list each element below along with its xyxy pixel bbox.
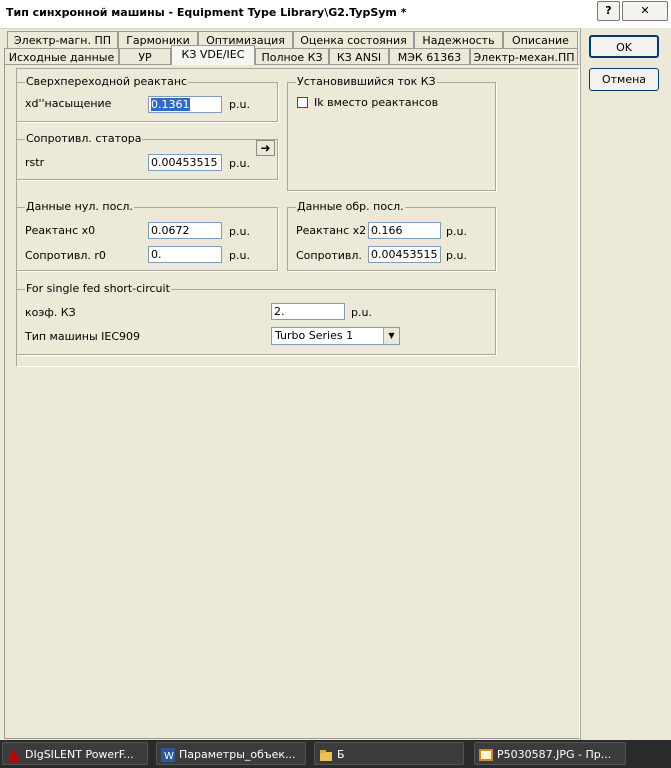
r0-input[interactable]: 0. — [148, 246, 222, 263]
chevron-down-icon[interactable]: ▼ — [383, 328, 399, 344]
rstr-label: rstr — [25, 156, 45, 169]
taskbar-item-folder[interactable]: Б — [314, 742, 464, 765]
tab-iec-61363[interactable]: МЭК 61363 — [389, 48, 470, 65]
machine-type-select[interactable]: Turbo Series 1 ▼ — [271, 327, 400, 345]
close-button[interactable]: ✕ — [622, 1, 668, 21]
taskbar-item-image-viewer[interactable]: P5030587.JPG - Пр... — [474, 742, 626, 765]
button-column: OK Отмена — [580, 28, 671, 740]
machine-type-label: Тип машины IEC909 — [25, 330, 141, 343]
folder-icon — [319, 747, 333, 761]
r2-input[interactable]: 0.00453515 — [368, 246, 441, 263]
steady-state-group: Установившийся ток КЗ Ik вместо реактанс… — [287, 75, 496, 191]
tab-basic-data[interactable]: Исходные данные — [4, 48, 119, 65]
r2-label: Сопротивл. r2 — [296, 249, 366, 262]
xd-saturated-label: xd''насыщение — [25, 97, 112, 110]
subtransient-group: Сверхпереходной реактанс xd''насыщение 0… — [16, 75, 278, 122]
tab-reliability[interactable]: Надежность — [414, 31, 503, 48]
zero-seq-group: Данные нул. посл. Реактанс x0 0.0672 p.u… — [16, 200, 278, 271]
neg-seq-group-title: Данные обр. посл. — [296, 200, 405, 213]
x0-input[interactable]: 0.0672 — [148, 222, 222, 239]
single-fed-group-title: For single fed short-circuit — [25, 282, 171, 295]
neg-seq-group: Данные обр. посл. Реактанс x2 0.166 p.u.… — [287, 200, 496, 271]
dialog-window: Тип синхронной машины - Equipment Type L… — [0, 0, 671, 740]
image-viewer-icon — [479, 747, 493, 761]
zero-seq-group-title: Данные нул. посл. — [25, 200, 134, 213]
right-arrow-icon[interactable]: ➜ — [256, 140, 275, 156]
stator-group: Сопротивл. статора rstr 0.00453515 p.u. … — [16, 132, 278, 180]
tab-rms-simulation[interactable]: Электр-механ.ПП — [470, 48, 578, 65]
svg-text:W: W — [164, 751, 174, 762]
digsilent-icon — [7, 747, 21, 761]
x0-label: Реактанс x0 — [25, 224, 96, 237]
cancel-button[interactable]: Отмена — [589, 68, 659, 91]
tab-complete-sc[interactable]: Полное КЗ — [255, 48, 329, 65]
sc-factor-unit: p.u. — [351, 306, 372, 319]
x2-unit: p.u. — [446, 225, 467, 238]
xd-unit: p.u. — [229, 98, 250, 111]
sc-factor-input[interactable]: 2. — [271, 303, 345, 320]
tab-description[interactable]: Описание — [503, 31, 578, 48]
ok-button[interactable]: OK — [589, 35, 659, 58]
word-icon: W — [161, 747, 175, 762]
ik-checkbox[interactable] — [297, 97, 308, 108]
r0-unit: p.u. — [229, 249, 250, 262]
tab-em-transients[interactable]: Электр-магн. ПП — [7, 31, 118, 48]
close-icon: ✕ — [640, 4, 650, 17]
x0-unit: p.u. — [229, 225, 250, 238]
subtransient-group-title: Сверхпереходной реактанс — [25, 75, 189, 88]
ik-checkbox-label: Ik вместо реактансов — [314, 96, 439, 109]
machine-type-value: Turbo Series 1 — [275, 329, 354, 342]
taskbar: DIgSILENT PowerF... W Параметры_объек...… — [0, 740, 671, 768]
taskbar-item-digsilent[interactable]: DIgSILENT PowerF... — [2, 742, 148, 765]
sc-factor-label: коэф. КЗ — [25, 306, 76, 319]
tab-load-flow[interactable]: УР — [119, 48, 171, 65]
xd-saturated-input[interactable]: 0.1361 — [148, 96, 222, 113]
tab-sc-ansi[interactable]: КЗ ANSI — [329, 48, 389, 65]
help-button[interactable]: ? — [597, 1, 620, 21]
window-title: Тип синхронной машины - Equipment Type L… — [6, 6, 407, 19]
tab-sc-vde-iec[interactable]: КЗ VDE/IEC — [171, 45, 255, 65]
stator-group-title: Сопротивл. статора — [25, 132, 143, 145]
help-icon: ? — [605, 4, 612, 17]
rstr-input[interactable]: 0.00453515 — [148, 154, 222, 171]
r2-unit: p.u. — [446, 249, 467, 262]
tab-state-estimation[interactable]: Оценка состояния — [293, 31, 414, 48]
title-bar: Тип синхронной машины - Equipment Type L… — [0, 0, 671, 29]
single-fed-group: For single fed short-circuit коэф. КЗ 2.… — [16, 282, 496, 355]
x2-label: Реактанс x2 — [296, 224, 367, 237]
r0-label: Сопротивл. r0 — [25, 249, 106, 262]
steady-state-group-title: Установившийся ток КЗ — [296, 75, 437, 88]
rstr-unit: p.u. — [229, 157, 250, 170]
x2-input[interactable]: 0.166 — [368, 222, 441, 239]
taskbar-item-word[interactable]: W Параметры_объек... — [156, 742, 306, 765]
